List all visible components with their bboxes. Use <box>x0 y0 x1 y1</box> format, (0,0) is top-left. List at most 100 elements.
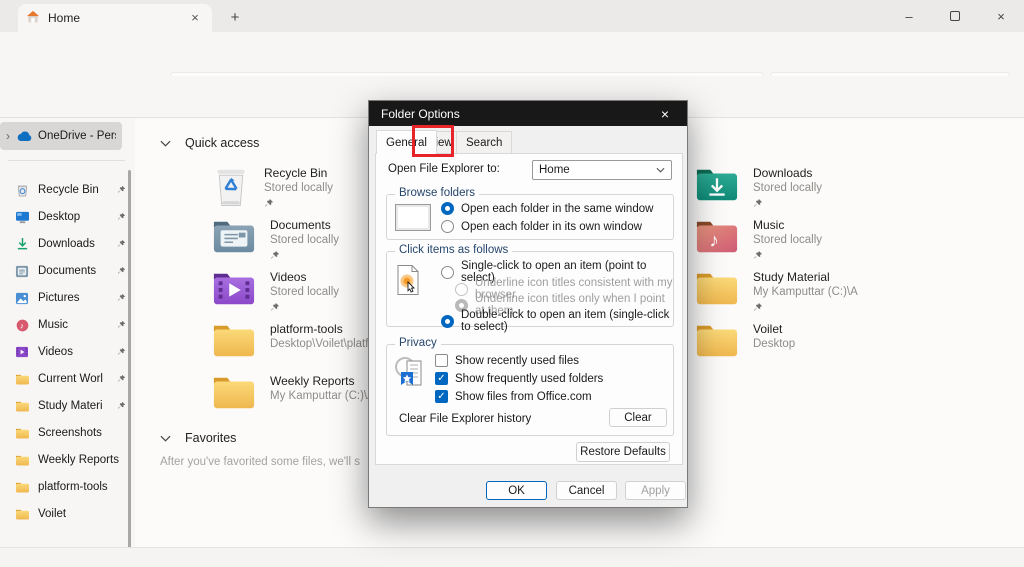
file-item-weekly-reports[interactable]: Weekly Reports My Kamputtar (C:)\A... <box>212 374 384 412</box>
file-item-documents[interactable]: Documents Stored locally <box>212 218 339 263</box>
minimize-button[interactable]: – <box>886 0 932 32</box>
item-subtitle: Stored locally <box>753 182 822 194</box>
open-to-dropdown[interactable]: Home <box>532 160 672 180</box>
sidebar-item-label: platform-tools <box>38 481 126 493</box>
downloads-folder-icon <box>695 166 739 211</box>
sidebar-scrollbar[interactable] <box>128 170 131 547</box>
checkbox-label: Show recently used files <box>455 355 579 367</box>
svg-text:♪: ♪ <box>709 231 719 252</box>
pin-icon <box>117 183 126 197</box>
navigation-bar: ← → ↑ › Home › Search Home <box>0 32 1024 76</box>
downloads-icon <box>14 237 30 252</box>
chevron-down-icon <box>656 167 665 173</box>
sidebar-item-pictures[interactable]: Pictures <box>14 286 126 310</box>
chevron-right-icon[interactable]: › <box>6 129 10 143</box>
folder-icon <box>14 372 30 387</box>
pin-icon <box>753 197 822 211</box>
file-item-study-material[interactable]: Study Material My Kamputtar (C:)\A <box>695 270 858 315</box>
checkbox-icon: ✓ <box>435 372 448 385</box>
pictures-icon <box>14 291 30 306</box>
file-item-recycle-bin[interactable]: Recycle Bin Stored locally <box>212 166 333 211</box>
file-item-platform-tools[interactable]: platform-tools Desktop\Voilet\platf... <box>212 322 378 360</box>
sidebar-item-videos[interactable]: Videos <box>14 340 126 364</box>
item-subtitle: Stored locally <box>270 234 339 246</box>
file-item-videos[interactable]: Videos Stored locally <box>212 270 339 315</box>
sidebar-item-study-material[interactable]: Study Materi <box>14 394 126 418</box>
restore-defaults-button[interactable]: Restore Defaults <box>576 442 670 462</box>
folder-icon <box>14 480 30 495</box>
item-title: platform-tools <box>270 322 378 336</box>
sidebar-item-documents[interactable]: Documents <box>14 259 126 283</box>
radio-icon <box>441 220 454 233</box>
pin-icon <box>270 249 339 263</box>
pin-icon <box>117 399 126 413</box>
explorer-tab-home[interactable]: Home × <box>18 4 212 32</box>
browse-folders-icon <box>395 204 431 231</box>
checkbox-recently-used-files[interactable]: Show recently used files <box>435 354 579 367</box>
pin-icon <box>753 249 822 263</box>
favorites-header[interactable]: Favorites <box>160 431 236 445</box>
sidebar-item-label: Current Worl <box>38 373 109 385</box>
sidebar-item-label: Weekly Reports <box>38 454 126 466</box>
sidebar-item-platform-tools[interactable]: platform-tools <box>14 475 126 499</box>
radio-same-window[interactable]: Open each folder in the same window <box>441 202 653 215</box>
close-button[interactable]: × <box>978 0 1024 32</box>
sidebar-item-label: Pictures <box>38 292 109 304</box>
tab-search[interactable]: Search <box>456 131 512 153</box>
checkbox-files-from-office[interactable]: ✓ Show files from Office.com <box>435 390 592 403</box>
radio-icon <box>441 315 454 328</box>
clear-button[interactable]: Clear <box>609 408 667 427</box>
click-items-group: Click items as follows Single-click to o… <box>386 251 674 327</box>
file-item-voilet[interactable]: Voilet Desktop <box>695 322 795 360</box>
ok-button[interactable]: OK <box>486 481 547 500</box>
dialog-titlebar[interactable]: Folder Options × <box>369 101 687 126</box>
checkbox-frequently-used-folders[interactable]: ✓ Show frequently used folders <box>435 372 603 385</box>
recycle-bin-icon <box>212 166 250 211</box>
yellow-folder-icon <box>695 270 739 315</box>
group-title: Browse folders <box>395 187 479 199</box>
onedrive-cloud-icon <box>16 129 32 144</box>
new-tab-button[interactable]: + <box>224 8 246 28</box>
radio-own-window[interactable]: Open each folder in its own window <box>441 220 642 233</box>
sidebar-item-music[interactable]: ♪ Music <box>14 313 126 337</box>
sidebar-item-recycle-bin[interactable]: Recycle Bin <box>14 178 126 202</box>
desktop-icon <box>14 210 30 225</box>
onedrive-label: OneDrive - Pers <box>38 130 116 142</box>
pin-icon <box>117 237 126 251</box>
annotation-highlight-box <box>412 125 454 157</box>
checkbox-label: Show frequently used folders <box>455 373 603 385</box>
cancel-button[interactable]: Cancel <box>556 481 617 500</box>
browse-folders-group: Browse folders Open each folder in the s… <box>386 194 674 240</box>
quick-access-header[interactable]: Quick access <box>160 136 259 150</box>
pin-icon <box>117 318 126 332</box>
sidebar-item-screenshots[interactable]: Screenshots <box>14 421 126 445</box>
music-folder-icon: ♪ <box>695 218 739 263</box>
file-item-music[interactable]: ♪ Music Stored locally <box>695 218 822 263</box>
sidebar-item-weekly-reports[interactable]: Weekly Reports <box>14 448 126 472</box>
sidebar-item-desktop[interactable]: Desktop <box>14 205 126 229</box>
file-item-downloads[interactable]: Downloads Stored locally <box>695 166 822 211</box>
checkbox-icon <box>435 354 448 367</box>
sidebar-item-label: Study Materi <box>38 400 109 412</box>
sidebar-item-current-work[interactable]: Current Worl <box>14 367 126 391</box>
sidebar-item-onedrive[interactable]: › OneDrive - Pers <box>0 122 122 150</box>
apply-button[interactable]: Apply <box>625 481 686 500</box>
item-subtitle: Stored locally <box>264 182 333 194</box>
radio-double-click[interactable]: Double-click to open an item (single-cli… <box>441 309 673 333</box>
pin-icon <box>117 372 126 386</box>
dialog-close-icon[interactable]: × <box>655 106 675 122</box>
tab-close-icon[interactable]: × <box>186 9 204 27</box>
yellow-folder-icon <box>695 322 739 360</box>
tab-bar: Home × + – × <box>0 0 1024 32</box>
svg-text:♪: ♪ <box>19 320 23 330</box>
folder-icon <box>14 453 30 468</box>
click-items-icon <box>395 264 421 299</box>
item-subtitle: Desktop\Voilet\platf... <box>270 338 378 350</box>
sidebar-item-downloads[interactable]: Downloads <box>14 232 126 256</box>
sidebar-item-voilet[interactable]: Voilet <box>14 502 126 526</box>
maximize-button[interactable] <box>932 0 978 32</box>
navigation-pane: › OneDrive - Pers Recycle Bin Desktop Do… <box>0 118 135 547</box>
button-label: Apply <box>641 485 670 497</box>
sidebar-item-label: Music <box>38 319 109 331</box>
button-label: Cancel <box>569 485 605 497</box>
